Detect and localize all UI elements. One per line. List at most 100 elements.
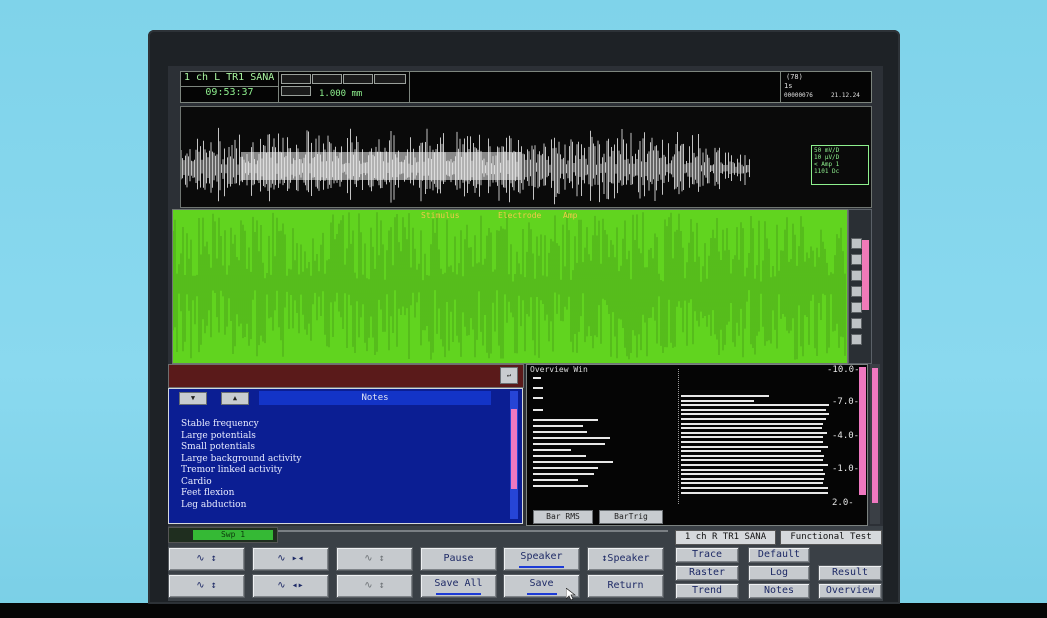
scroll-thumb[interactable] <box>862 240 869 310</box>
notes-input-bar[interactable]: ↵ <box>168 364 524 388</box>
sweep-indicator: Swp 1 <box>193 530 273 540</box>
mini-tab-5[interactable] <box>281 86 311 96</box>
overlay-label-b: Electrode <box>498 211 542 220</box>
notes-item[interactable]: Large background activity <box>181 454 301 466</box>
overview-bar <box>681 395 769 397</box>
trace-button[interactable]: Trace <box>675 547 739 563</box>
overview-divider <box>678 369 680 504</box>
overview-scroll-thumb[interactable] <box>859 367 866 495</box>
overview-bar <box>533 467 598 469</box>
overview-bar <box>533 397 544 399</box>
scroll-btn-4[interactable] <box>851 286 862 297</box>
overview-bar <box>533 479 578 481</box>
enter-icon[interactable]: ↵ <box>500 367 518 384</box>
overview-bars-left <box>527 365 677 505</box>
overview-bar <box>533 387 544 389</box>
screen: 1 ch L TR1 SANA 09:53:37 1.000 mm (78) 1… <box>168 66 883 601</box>
overview-axis-label: -4.0- <box>832 431 860 441</box>
overview-bar <box>533 377 542 379</box>
scale-box: 50 mV/D 10 µV/D < Amp 1 1101 Dc <box>811 145 869 185</box>
notes-item[interactable]: Small potentials <box>181 442 301 454</box>
overview-bar <box>681 450 822 453</box>
scroll-btn-3[interactable] <box>851 270 862 281</box>
overview-bar <box>533 419 598 421</box>
overview-axis-label: -1.0- <box>832 464 860 474</box>
channel-r-label[interactable]: 1 ch R TR1 SANA <box>675 530 776 545</box>
speaker-button[interactable]: Speaker <box>503 547 580 571</box>
header-blank <box>409 71 781 103</box>
scroll-btn-6[interactable] <box>851 318 862 329</box>
mini-tab-4[interactable] <box>374 74 406 84</box>
notes-item[interactable]: Tremor linked activity <box>181 465 301 477</box>
notes-button[interactable]: Notes <box>748 583 810 599</box>
wave-button-collapse[interactable]: ∿ ▸◂ <box>252 547 329 571</box>
functional-test-button[interactable]: Functional Test <box>780 530 882 545</box>
mini-tab-3[interactable] <box>343 74 373 84</box>
notes-item[interactable]: Stable frequency <box>181 419 301 431</box>
filtered-signal-panel: Stimulus Electrode Amp <box>172 209 848 364</box>
overview-bar <box>681 399 754 402</box>
overview-bar <box>533 455 586 457</box>
bar-trig-button[interactable]: BarTrig <box>599 510 663 524</box>
channel-title: 1 ch L TR1 SANA <box>184 72 275 83</box>
scroll-btn-2[interactable] <box>851 254 862 265</box>
scroll-btn-1[interactable] <box>851 238 862 249</box>
default-button[interactable]: Default <box>748 547 810 563</box>
mini-tab-1[interactable] <box>281 74 311 84</box>
result-button[interactable]: Result <box>818 565 882 581</box>
save-underline <box>526 593 557 595</box>
save-all-button[interactable]: Save All <box>420 574 497 598</box>
notes-scrollbar[interactable] <box>510 391 518 519</box>
header-id: 00000076 <box>784 92 813 99</box>
overview-bar <box>533 409 544 411</box>
scale-line-1: 50 mV/D <box>814 147 840 154</box>
ispeaker-button[interactable]: ↕Speaker <box>587 547 664 571</box>
notes-item[interactable]: Feet flexion <box>181 488 301 500</box>
wave-button-up-down-1[interactable]: ∿ ↕ <box>168 547 245 571</box>
notes-title: Notes <box>259 391 491 405</box>
notes-scroll-thumb[interactable] <box>511 409 517 489</box>
wave-button-up-down-3[interactable]: ∿ ↕ <box>168 574 245 598</box>
raster-button[interactable]: Raster <box>675 565 739 581</box>
bar-rms-button[interactable]: Bar RMS <box>533 510 593 524</box>
control-divider <box>278 530 668 532</box>
header-right-top: (78) <box>786 73 803 81</box>
scale-line-2: 10 µV/D <box>814 154 840 161</box>
channel-header: 1 ch L TR1 SANA 09:53:37 <box>180 71 279 103</box>
overview-bar <box>681 436 824 439</box>
notes-up-icon[interactable]: ▲ <box>221 392 249 405</box>
overview-bar <box>533 485 588 487</box>
trend-button[interactable]: Trend <box>675 583 739 599</box>
overview-bar <box>681 445 828 448</box>
notes-item[interactable]: Large potentials <box>181 431 301 443</box>
overview-side-scroll[interactable] <box>870 364 880 524</box>
overview-bar <box>681 477 825 480</box>
header-right-mid: 1s <box>784 82 793 90</box>
overview-axis-label: 2.0- <box>832 498 854 508</box>
scroll-btn-7[interactable] <box>851 334 862 345</box>
mini-tab-2[interactable] <box>312 74 342 84</box>
wave-button-expand[interactable]: ∿ ◂▸ <box>252 574 329 598</box>
overview-bar <box>533 443 605 445</box>
notes-down-icon[interactable]: ▼ <box>179 392 207 405</box>
overview-button[interactable]: Overview <box>818 583 882 599</box>
overview-window: Overview Win -10.0- -7.0- -4.0- -1.0- 2.… <box>526 364 868 526</box>
signal-scrollbar[interactable] <box>848 209 872 364</box>
overview-bar <box>681 454 825 457</box>
overview-bar <box>681 473 825 476</box>
wave-button-up-down-2[interactable]: ∿ ↕ <box>336 547 413 571</box>
header-info: (78) 1s 00000076 21.12.24 <box>780 71 872 103</box>
return-button[interactable]: Return <box>587 574 664 598</box>
pause-button[interactable]: Pause <box>420 547 497 571</box>
speaker-underline <box>519 566 564 568</box>
overview-bar <box>681 422 824 425</box>
overview-side-thumb[interactable] <box>872 368 878 503</box>
log-button[interactable]: Log <box>748 565 810 581</box>
save-all-underline <box>436 593 481 595</box>
wave-button-up-down-4[interactable]: ∿ ↕ <box>336 574 413 598</box>
depth-readout: 1.000 mm <box>319 89 363 99</box>
scroll-btn-5[interactable] <box>851 302 862 313</box>
notes-item[interactable]: Cardio <box>181 477 301 489</box>
notes-item[interactable]: Leg abduction <box>181 500 301 512</box>
overview-bars-right <box>677 365 829 505</box>
